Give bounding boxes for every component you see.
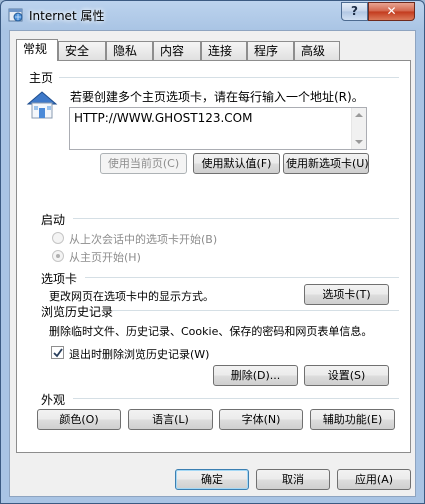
close-button[interactable]: ✕ <box>368 2 415 21</box>
home-page-address-value: HTTP://WWW.GHOST123.COM <box>74 111 253 125</box>
home-page-address-input[interactable]: HTTP://WWW.GHOST123.COM <box>69 107 367 150</box>
scroll-down-arrow-icon[interactable] <box>355 140 363 144</box>
radio-start-home[interactable] <box>52 250 64 262</box>
tab-programs[interactable]: 程序 <box>247 41 294 60</box>
general-tab-panel: 主页 若要创建多个主页选项卡，请在每行输入一个地址(R)。 HTTP://WWW… <box>16 60 411 453</box>
history-settings-button[interactable]: 设置(S) <box>304 365 389 386</box>
ok-button[interactable]: 确定 <box>175 469 249 490</box>
home-icon <box>26 91 58 119</box>
colors-button[interactable]: 颜色(O) <box>37 409 121 430</box>
tabs-section-divider <box>85 277 399 278</box>
appearance-section-title: 外观 <box>41 393 66 407</box>
radio-last-session[interactable] <box>52 232 64 244</box>
apply-button[interactable]: 应用(A) <box>337 469 411 490</box>
last-session-label: 从上次会话中的选项卡开始(B) <box>69 233 218 246</box>
startup-section-divider <box>73 218 399 219</box>
internet-options-window: Internet 属性 ? ✕ 常规 安全 隐私 内容 连接 程序 高级 主页 … <box>0 0 425 504</box>
delete-history-button[interactable]: 删除(D)... <box>213 365 298 386</box>
languages-button[interactable]: 语言(L) <box>128 409 213 430</box>
accessibility-button[interactable]: 辅助功能(E) <box>310 409 395 430</box>
delete-on-exit-label: 退出时删除浏览历史记录(W) <box>69 348 210 361</box>
tab-content[interactable]: 内容 <box>153 41 201 60</box>
use-new-tab-button[interactable]: 使用新选项卡(U) <box>283 153 369 174</box>
checkmark-icon <box>53 348 63 358</box>
tabs-section-title: 选项卡 <box>41 272 78 286</box>
tab-connections[interactable]: 连接 <box>201 41 247 60</box>
home-section-divider <box>59 77 399 78</box>
home-description: 若要创建多个主页选项卡，请在每行输入一个地址(R)。 <box>70 90 364 104</box>
tab-advanced[interactable]: 高级 <box>294 41 340 60</box>
start-home-label: 从主页开始(H) <box>69 251 141 264</box>
tab-general[interactable]: 常规 <box>16 39 58 61</box>
history-description: 删除临时文件、历史记录、Cookie、保存的密码和网页表单信息。 <box>49 325 373 338</box>
appearance-section-divider <box>73 398 399 399</box>
tabs-settings-button[interactable]: 选项卡(T) <box>304 284 389 305</box>
history-section-title: 浏览历史记录 <box>41 305 114 319</box>
address-scrollbar[interactable] <box>351 108 366 149</box>
tab-security[interactable]: 安全 <box>58 41 106 60</box>
tabs-description: 更改网页在选项卡中的显示方式。 <box>49 290 214 303</box>
fonts-button[interactable]: 字体(N) <box>219 409 303 430</box>
delete-on-exit-checkbox[interactable] <box>51 346 64 359</box>
use-default-button[interactable]: 使用默认值(F) <box>193 153 280 174</box>
startup-section-title: 启动 <box>41 213 66 227</box>
help-button[interactable]: ? <box>341 2 368 21</box>
cancel-button[interactable]: 取消 <box>256 469 330 490</box>
home-section-title: 主页 <box>29 71 54 85</box>
scroll-up-arrow-icon[interactable] <box>355 113 363 117</box>
window-title: Internet 属性 <box>29 9 105 23</box>
use-current-button[interactable]: 使用当前页(C) <box>100 153 187 174</box>
dialog-client-area: 常规 安全 隐私 内容 连接 程序 高级 主页 若要创建多个主页选项卡，请在每行… <box>9 30 416 497</box>
title-bar[interactable]: Internet 属性 ? ✕ <box>1 1 424 29</box>
tab-privacy[interactable]: 隐私 <box>106 41 153 60</box>
history-section-divider <box>113 310 399 311</box>
internet-options-icon <box>8 8 23 22</box>
